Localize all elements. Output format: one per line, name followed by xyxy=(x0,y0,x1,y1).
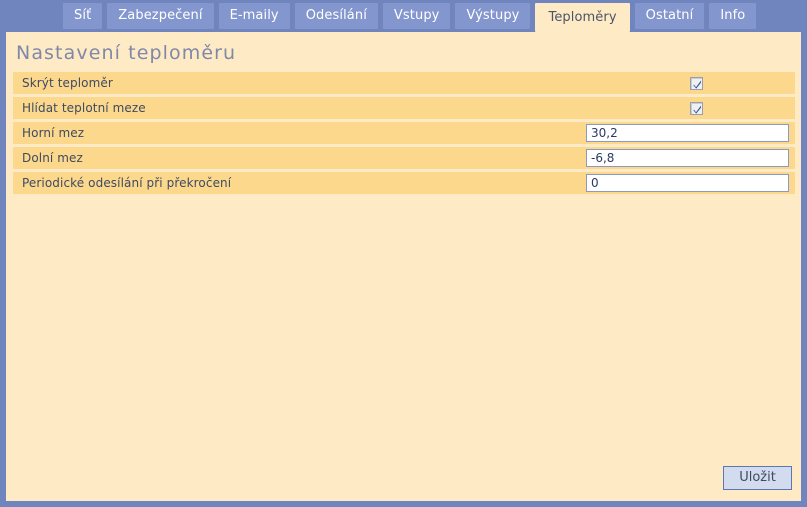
tab-label: Vstupy xyxy=(393,8,440,23)
text-input[interactable] xyxy=(586,174,789,192)
page-content: Nastavení teploměru Skrýt teploměr Hlídat… xyxy=(6,32,801,501)
text-input[interactable] xyxy=(586,124,789,142)
tab-label: Info xyxy=(720,8,746,23)
row-label: Skrýt teploměr xyxy=(22,76,113,90)
tab-label: Zabezpečení xyxy=(118,8,203,23)
settings-form: Skrýt teploměr Hlídat teplotní meze Horní … xyxy=(13,72,795,197)
form-row: Horní mez xyxy=(13,122,795,144)
tab-label: Výstupy xyxy=(466,8,520,23)
tab-label: E-maily xyxy=(229,8,279,23)
tab-7[interactable]: Ostatní xyxy=(634,3,705,29)
row-label: Periodické odesílání při překročení xyxy=(22,176,232,190)
tab-label: Odesílání xyxy=(305,8,367,23)
check-icon xyxy=(693,105,701,114)
form-row: Skrýt teploměr xyxy=(13,72,795,94)
row-control xyxy=(687,97,795,119)
row-control xyxy=(586,147,795,169)
tab-label: Ostatní xyxy=(645,8,694,23)
checkbox-cell xyxy=(687,72,795,94)
tab-0[interactable]: Síť xyxy=(63,3,103,29)
form-row: Dolní mez xyxy=(13,147,795,169)
row-control xyxy=(586,172,795,194)
tab-label: Síť xyxy=(74,8,92,23)
tab-4[interactable]: Vstupy xyxy=(382,3,451,29)
save-button[interactable]: Uložit xyxy=(723,466,792,490)
checkbox[interactable] xyxy=(690,76,703,90)
tab-8[interactable]: Info xyxy=(709,3,757,29)
tab-2[interactable]: E-maily xyxy=(218,3,290,29)
page-title: Nastavení teploměru xyxy=(16,42,237,64)
application-window: Síť Zabezpečení E-maily Odesílání Vstupy Výst… xyxy=(0,0,807,507)
row-label: Hlídat teplotní meze xyxy=(22,101,146,115)
form-row: Hlídat teplotní meze xyxy=(13,97,795,119)
form-row: Periodické odesílání při překročení xyxy=(13,172,795,194)
tab-1[interactable]: Zabezpečení xyxy=(107,3,214,29)
tab-active-6[interactable]: Teploměry xyxy=(535,3,630,32)
tab-3[interactable]: Odesílání xyxy=(294,3,378,29)
checkbox[interactable] xyxy=(690,101,703,115)
checkbox-cell xyxy=(687,97,795,119)
row-control xyxy=(586,122,795,144)
tab-label: Teploměry xyxy=(548,10,617,25)
row-control xyxy=(687,72,795,94)
tab-bar: Síť Zabezpečení E-maily Odesílání Vstupy Výst… xyxy=(0,0,807,32)
text-input[interactable] xyxy=(586,149,789,167)
row-label: Dolní mez xyxy=(22,151,83,165)
tab-5[interactable]: Výstupy xyxy=(455,3,531,29)
row-label: Horní mez xyxy=(22,126,85,140)
check-icon xyxy=(693,80,701,89)
